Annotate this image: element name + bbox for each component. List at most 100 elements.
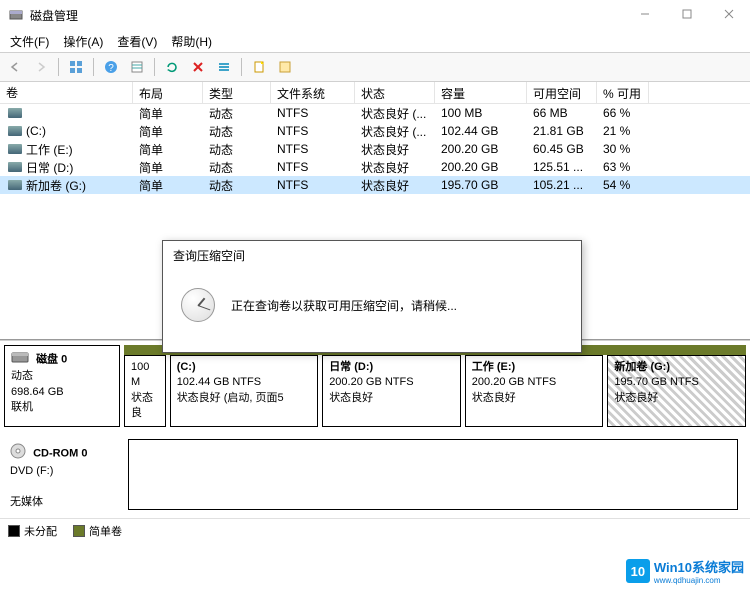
footer-badge: 10	[626, 559, 650, 583]
col-pct[interactable]: % 可用	[597, 82, 649, 103]
partition[interactable]: 日常 (D:)200.20 GB NTFS状态良好	[322, 355, 461, 427]
cell-status: 状态良好	[355, 158, 435, 177]
footer-brand: Win10系统家园	[654, 557, 744, 576]
col-free[interactable]: 可用空间	[527, 82, 597, 103]
titlebar: 磁盘管理	[0, 0, 750, 30]
drive-icon	[8, 108, 22, 118]
cell-pct: 66 %	[597, 105, 649, 121]
col-type[interactable]: 类型	[203, 82, 271, 103]
grid-view-button[interactable]	[65, 56, 87, 78]
cell-fs: NTFS	[271, 123, 355, 139]
volume-row[interactable]: 新加卷 (G:)简单动态NTFS状态良好195.70 GB105.21 ...5…	[0, 176, 750, 194]
menu-action[interactable]: 操作(A)	[57, 31, 109, 52]
nav-forward-button[interactable]	[30, 56, 52, 78]
disk0-status: 联机	[11, 401, 33, 413]
cell-capacity: 100 MB	[435, 105, 527, 121]
volume-row[interactable]: (C:)简单动态NTFS状态良好 (...102.44 GB21.81 GB21…	[0, 122, 750, 140]
col-volume[interactable]: 卷	[0, 82, 133, 103]
disk-panel: 磁盘 0 动态 698.64 GB 联机 100 M状态良(C:)102.44 …	[0, 340, 750, 518]
app-icon	[8, 7, 24, 23]
partition-line2: 状态良好	[472, 391, 597, 406]
col-fs[interactable]: 文件系统	[271, 82, 355, 103]
cell-pct: 30 %	[597, 141, 649, 157]
cell-fs: NTFS	[271, 159, 355, 175]
menu-help[interactable]: 帮助(H)	[165, 31, 218, 52]
cell-layout: 简单	[133, 104, 203, 123]
col-layout[interactable]: 布局	[133, 82, 203, 103]
partition-title: 新加卷 (G:)	[614, 360, 739, 375]
volume-row[interactable]: 日常 (D:)简单动态NTFS状态良好200.20 GB125.51 ...63…	[0, 158, 750, 176]
dialog-title: 查询压缩空间	[163, 241, 581, 270]
partition-title: 工作 (E:)	[472, 360, 597, 375]
cell-free: 125.51 ...	[527, 159, 597, 175]
partition-title: (C:)	[177, 360, 312, 375]
partition-line1: 195.70 GB NTFS	[614, 375, 739, 390]
cell-capacity: 200.20 GB	[435, 159, 527, 175]
drive-icon	[8, 180, 22, 190]
partition-line1: 200.20 GB NTFS	[472, 375, 597, 390]
partition[interactable]: 新加卷 (G:)195.70 GB NTFS状态良好	[607, 355, 746, 427]
cell-status: 状态良好	[355, 140, 435, 159]
cell-type: 动态	[203, 158, 271, 177]
nav-back-button[interactable]	[4, 56, 26, 78]
legend-unalloc-swatch	[8, 525, 20, 537]
settings-button[interactable]	[126, 56, 148, 78]
cell-type: 动态	[203, 176, 271, 195]
disk0-title: 磁盘 0	[36, 354, 67, 366]
cell-layout: 简单	[133, 140, 203, 159]
menu-view[interactable]: 查看(V)	[111, 31, 163, 52]
partition-line1: 102.44 GB NTFS	[177, 375, 312, 390]
cell-layout: 简单	[133, 176, 203, 195]
new-button[interactable]	[248, 56, 270, 78]
list-button[interactable]	[213, 56, 235, 78]
properties-button[interactable]	[274, 56, 296, 78]
cell-free: 105.21 ...	[527, 177, 597, 193]
cdrom-title: CD-ROM 0	[33, 447, 87, 459]
col-status[interactable]: 状态	[355, 82, 435, 103]
cell-type: 动态	[203, 122, 271, 141]
cell-status: 状态良好	[355, 176, 435, 195]
partition-line1: 200.20 GB NTFS	[329, 375, 454, 390]
disk0-size: 698.64 GB	[11, 386, 64, 398]
cell-fs: NTFS	[271, 141, 355, 157]
legend: 未分配 简单卷	[0, 518, 750, 543]
menu-file[interactable]: 文件(F)	[4, 31, 55, 52]
legend-simple-label: 简单卷	[89, 523, 122, 539]
partition[interactable]: 工作 (E:)200.20 GB NTFS状态良好	[465, 355, 604, 427]
partition-line2: 状态良好	[614, 391, 739, 406]
clock-icon	[181, 288, 215, 322]
delete-button[interactable]	[187, 56, 209, 78]
cell-status: 状态良好 (...	[355, 122, 435, 141]
dialog-message: 正在查询卷以获取可用压缩空间，请稍候...	[231, 297, 457, 314]
menubar: 文件(F) 操作(A) 查看(V) 帮助(H)	[0, 30, 750, 52]
partition[interactable]: (C:)102.44 GB NTFS状态良好 (启动, 页面5	[170, 355, 319, 427]
refresh-button[interactable]	[161, 56, 183, 78]
cell-layout: 简单	[133, 158, 203, 177]
partition[interactable]: 100 M状态良	[124, 355, 166, 427]
cell-capacity: 102.44 GB	[435, 123, 527, 139]
close-button[interactable]	[708, 0, 750, 28]
disk0-header[interactable]: 磁盘 0 动态 698.64 GB 联机	[4, 345, 120, 427]
partition-line2: 状态良好	[329, 391, 454, 406]
drive-icon	[8, 162, 22, 172]
partition-line2: 状态良	[131, 391, 159, 422]
minimize-button[interactable]	[624, 0, 666, 28]
legend-unalloc-label: 未分配	[24, 523, 57, 539]
volume-row[interactable]: 简单动态NTFS状态良好 (...100 MB66 MB66 %	[0, 104, 750, 122]
maximize-button[interactable]	[666, 0, 708, 28]
volume-name: 新加卷 (G:)	[26, 177, 86, 194]
cell-free: 66 MB	[527, 105, 597, 121]
disk0-row: 磁盘 0 动态 698.64 GB 联机 100 M状态良(C:)102.44 …	[0, 341, 750, 431]
col-capacity[interactable]: 容量	[435, 82, 527, 103]
cdrom-header[interactable]: CD-ROM 0 DVD (F:) 无媒体	[4, 435, 120, 515]
cell-type: 动态	[203, 140, 271, 159]
volume-list-header: 卷 布局 类型 文件系统 状态 容量 可用空间 % 可用	[0, 82, 750, 104]
footer-url: www.qdhuajin.com	[654, 576, 744, 585]
query-shrink-dialog: 查询压缩空间 正在查询卷以获取可用压缩空间，请稍候...	[162, 240, 582, 353]
volume-row[interactable]: 工作 (E:)简单动态NTFS状态良好200.20 GB60.45 GB30 %	[0, 140, 750, 158]
help-icon-button[interactable]: ?	[100, 56, 122, 78]
cell-capacity: 200.20 GB	[435, 141, 527, 157]
cdrom-icon	[10, 443, 26, 464]
cell-capacity: 195.70 GB	[435, 177, 527, 193]
disk0-type: 动态	[11, 370, 33, 382]
